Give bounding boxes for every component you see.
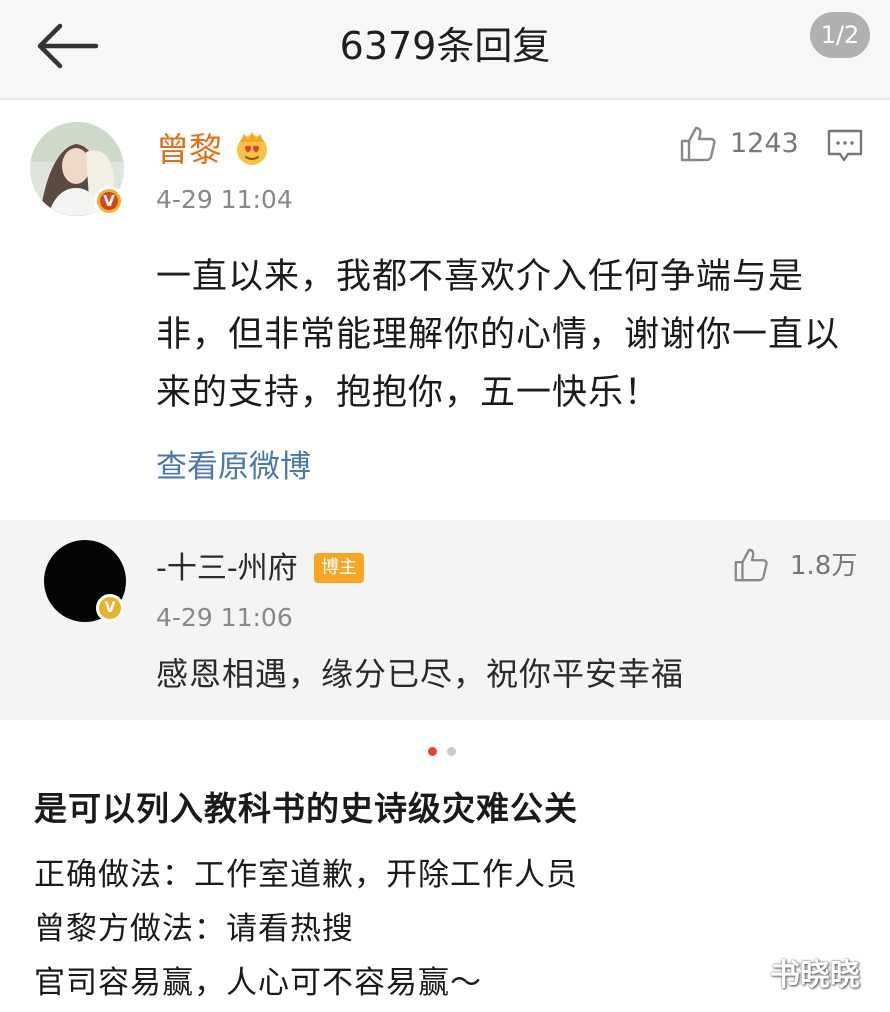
comment-text: 一直以来，我都不喜欢介入任何争端与是非，但非常能理解你的心情，谢谢你一直以来的支… xyxy=(156,257,841,413)
verified-badge-icon xyxy=(96,594,124,622)
comment-icon[interactable] xyxy=(826,128,864,164)
article-line: 官司容易赢，人心可不容易赢～ xyxy=(34,965,482,1001)
page-title: 6379条回复 xyxy=(339,24,551,68)
timestamp: 4-29 11:06 xyxy=(156,603,293,632)
comment-text: 感恩相遇，缘分已尽，祝你平安幸福 xyxy=(156,655,685,693)
main-comment: 曾黎 4-29 11:04 1243 一直以来，我都不喜欢介入任何争端与是非，但… xyxy=(0,100,890,518)
crown-icon xyxy=(237,132,267,165)
verified-badge-icon xyxy=(94,186,124,216)
watermark: 书晓晓 xyxy=(770,958,860,993)
pager-dot-active[interactable] xyxy=(428,747,437,756)
page-indicator: 1/2 xyxy=(810,12,870,58)
like-count: 1.8万 xyxy=(790,551,858,581)
host-badge: 博主 xyxy=(314,553,364,583)
view-original-link[interactable]: 查看原微博 xyxy=(156,445,311,489)
like-count: 1243 xyxy=(730,128,799,159)
reply-comment: -十三-州府 博主 4-29 11:06 1.8万 感恩相遇，缘分已尽，祝你平安… xyxy=(0,520,890,720)
timestamp: 4-29 11:04 xyxy=(156,185,293,214)
username[interactable]: -十三-州府 xyxy=(156,548,298,590)
thumbs-up-icon[interactable] xyxy=(678,124,718,164)
top-bar: 6379条回复 1/2 xyxy=(0,0,890,100)
username[interactable]: 曾黎 xyxy=(156,128,222,172)
screenshot: 6379条回复 1/2 曾黎 4-29 11:04 xyxy=(0,0,890,1012)
article-line: 曾黎方做法：请看热搜 xyxy=(34,911,354,947)
article-line: 正确做法：工作室道歉，开除工作人员 xyxy=(34,857,578,893)
pager-dot[interactable] xyxy=(447,747,456,756)
thumbs-up-icon[interactable] xyxy=(732,546,770,584)
article-title: 是可以列入教科书的史诗级灾难公关 xyxy=(34,789,578,828)
